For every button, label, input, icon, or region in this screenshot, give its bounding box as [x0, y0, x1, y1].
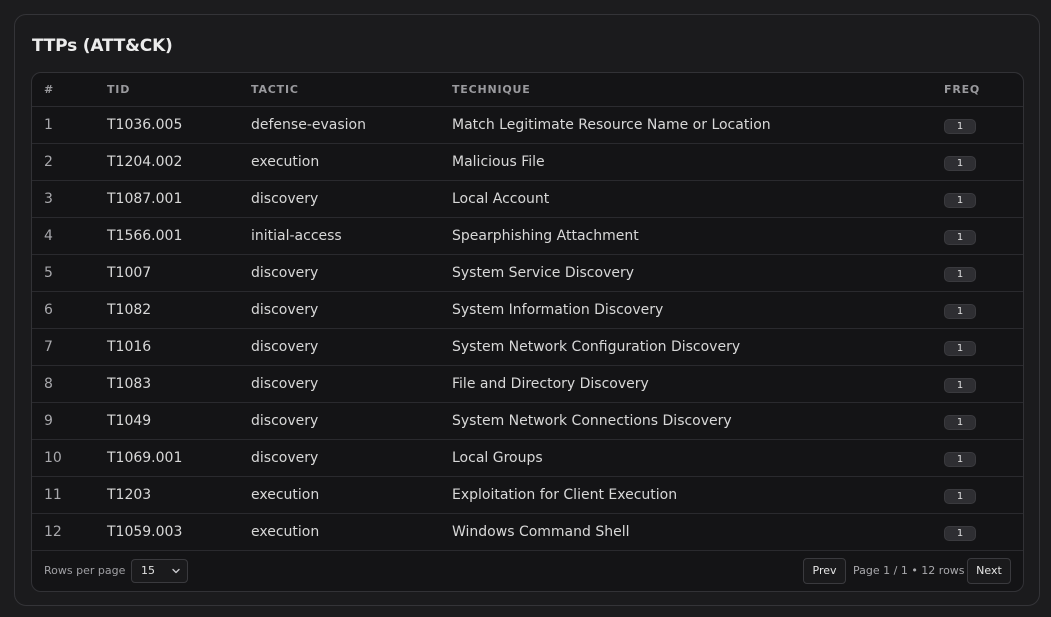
row-tid: T1082 — [107, 302, 152, 318]
row-index: 4 — [44, 228, 53, 244]
chevron-down-icon — [172, 568, 180, 574]
rows-per-page-select[interactable]: 15 — [131, 559, 188, 583]
row-tid: T1036.005 — [107, 117, 183, 133]
freq-badge: 1 — [944, 304, 976, 319]
freq-badge: 1 — [944, 378, 976, 393]
row-tid: T1049 — [107, 413, 152, 429]
page-info: Page 1 / 1 • 12 rows — [853, 564, 965, 577]
table-row[interactable]: 6 T1082 discovery System Information Discov… — [32, 292, 1023, 329]
row-index: 11 — [44, 487, 62, 503]
row-tactic: execution — [251, 524, 320, 540]
table-row[interactable]: 3 T1087.001 discovery Local Account 1 — [32, 181, 1023, 218]
row-tactic: initial-access — [251, 228, 342, 244]
row-tactic: discovery — [251, 450, 319, 466]
header-freq[interactable]: FREQ — [944, 83, 980, 96]
ttps-card: TTPs (ATT&CK) # TID TACTIC TECHNIQUE FRE… — [14, 14, 1040, 606]
freq-badge: 1 — [944, 526, 976, 541]
row-tactic: discovery — [251, 339, 319, 355]
table-row[interactable]: 2 T1204.002 execution Malicious File 1 — [32, 144, 1023, 181]
row-index: 7 — [44, 339, 53, 355]
row-index: 10 — [44, 450, 62, 466]
row-technique: Windows Command Shell — [452, 524, 630, 540]
row-index: 5 — [44, 265, 53, 281]
row-tid: T1087.001 — [107, 191, 183, 207]
rows-per-page-value: 15 — [141, 564, 155, 577]
row-index: 1 — [44, 117, 53, 133]
row-technique: Local Account — [452, 191, 550, 207]
row-tid: T1059.003 — [107, 524, 183, 540]
header-tid[interactable]: TID — [107, 83, 130, 96]
header-tactic[interactable]: TACTIC — [251, 83, 299, 96]
freq-badge: 1 — [944, 119, 976, 134]
table-row[interactable]: 10 T1069.001 discovery Local Groups 1 — [32, 440, 1023, 477]
row-technique: Exploitation for Client Execution — [452, 487, 678, 503]
row-technique: Match Legitimate Resource Name or Locati… — [452, 117, 771, 133]
table-row[interactable]: 4 T1566.001 initial-access Spearphishing At… — [32, 218, 1023, 255]
freq-badge: 1 — [944, 230, 976, 245]
card-title: TTPs (ATT&CK) — [32, 36, 173, 56]
table-row[interactable]: 9 T1049 discovery System Network Connection… — [32, 403, 1023, 440]
table-row[interactable]: 11 T1203 execution Exploitation for Client … — [32, 477, 1023, 514]
freq-badge: 1 — [944, 452, 976, 467]
row-index: 6 — [44, 302, 53, 318]
row-index: 9 — [44, 413, 53, 429]
row-tid: T1007 — [107, 265, 152, 281]
row-technique: System Service Discovery — [452, 265, 635, 281]
row-index: 12 — [44, 524, 62, 540]
row-tid: T1566.001 — [107, 228, 183, 244]
row-tactic: discovery — [251, 413, 319, 429]
row-tactic: execution — [251, 154, 320, 170]
row-tactic: defense-evasion — [251, 117, 366, 133]
table-footer: Rows per page 15 Prev Page 1 / 1 • 12 ro… — [32, 550, 1023, 591]
rows-per-page-label: Rows per page — [44, 564, 126, 577]
header-index: # — [44, 83, 55, 96]
row-tactic: discovery — [251, 302, 319, 318]
row-index: 3 — [44, 191, 53, 207]
table-row[interactable]: 7 T1016 discovery System Network Configurat… — [32, 329, 1023, 366]
row-technique: System Network Configuration Discovery — [452, 339, 741, 355]
header-technique[interactable]: TECHNIQUE — [452, 83, 531, 96]
prev-page-button[interactable]: Prev — [803, 558, 846, 584]
row-tid: T1016 — [107, 339, 152, 355]
row-index: 8 — [44, 376, 53, 392]
row-tid: T1204.002 — [107, 154, 183, 170]
row-tid: T1083 — [107, 376, 152, 392]
freq-badge: 1 — [944, 267, 976, 282]
freq-badge: 1 — [944, 156, 976, 171]
row-technique: Malicious File — [452, 154, 545, 170]
row-technique: Spearphishing Attachment — [452, 228, 639, 244]
table-row[interactable]: 1 T1036.005 defense-evasion Match Legitimat… — [32, 107, 1023, 144]
table-row[interactable]: 12 T1059.003 execution Windows Command Shel… — [32, 514, 1023, 551]
freq-badge: 1 — [944, 193, 976, 208]
row-tactic: discovery — [251, 265, 319, 281]
table-row[interactable]: 8 T1083 discovery File and Directory Discov… — [32, 366, 1023, 403]
ttps-table: # TID TACTIC TECHNIQUE FREQ 1 T1036.005 de… — [31, 72, 1024, 592]
row-tid: T1203 — [107, 487, 152, 503]
row-technique: File and Directory Discovery — [452, 376, 649, 392]
next-page-button[interactable]: Next — [967, 558, 1011, 584]
table-row[interactable]: 5 T1007 discovery System Service Discovery 1 — [32, 255, 1023, 292]
table-header: # TID TACTIC TECHNIQUE FREQ — [32, 73, 1023, 107]
row-tactic: discovery — [251, 191, 319, 207]
freq-badge: 1 — [944, 415, 976, 430]
row-technique: System Network Connections Discovery — [452, 413, 732, 429]
row-technique: Local Groups — [452, 450, 543, 466]
row-tactic: execution — [251, 487, 320, 503]
freq-badge: 1 — [944, 341, 976, 356]
row-index: 2 — [44, 154, 53, 170]
row-tactic: discovery — [251, 376, 319, 392]
row-technique: System Information Discovery — [452, 302, 664, 318]
freq-badge: 1 — [944, 489, 976, 504]
row-tid: T1069.001 — [107, 450, 183, 466]
